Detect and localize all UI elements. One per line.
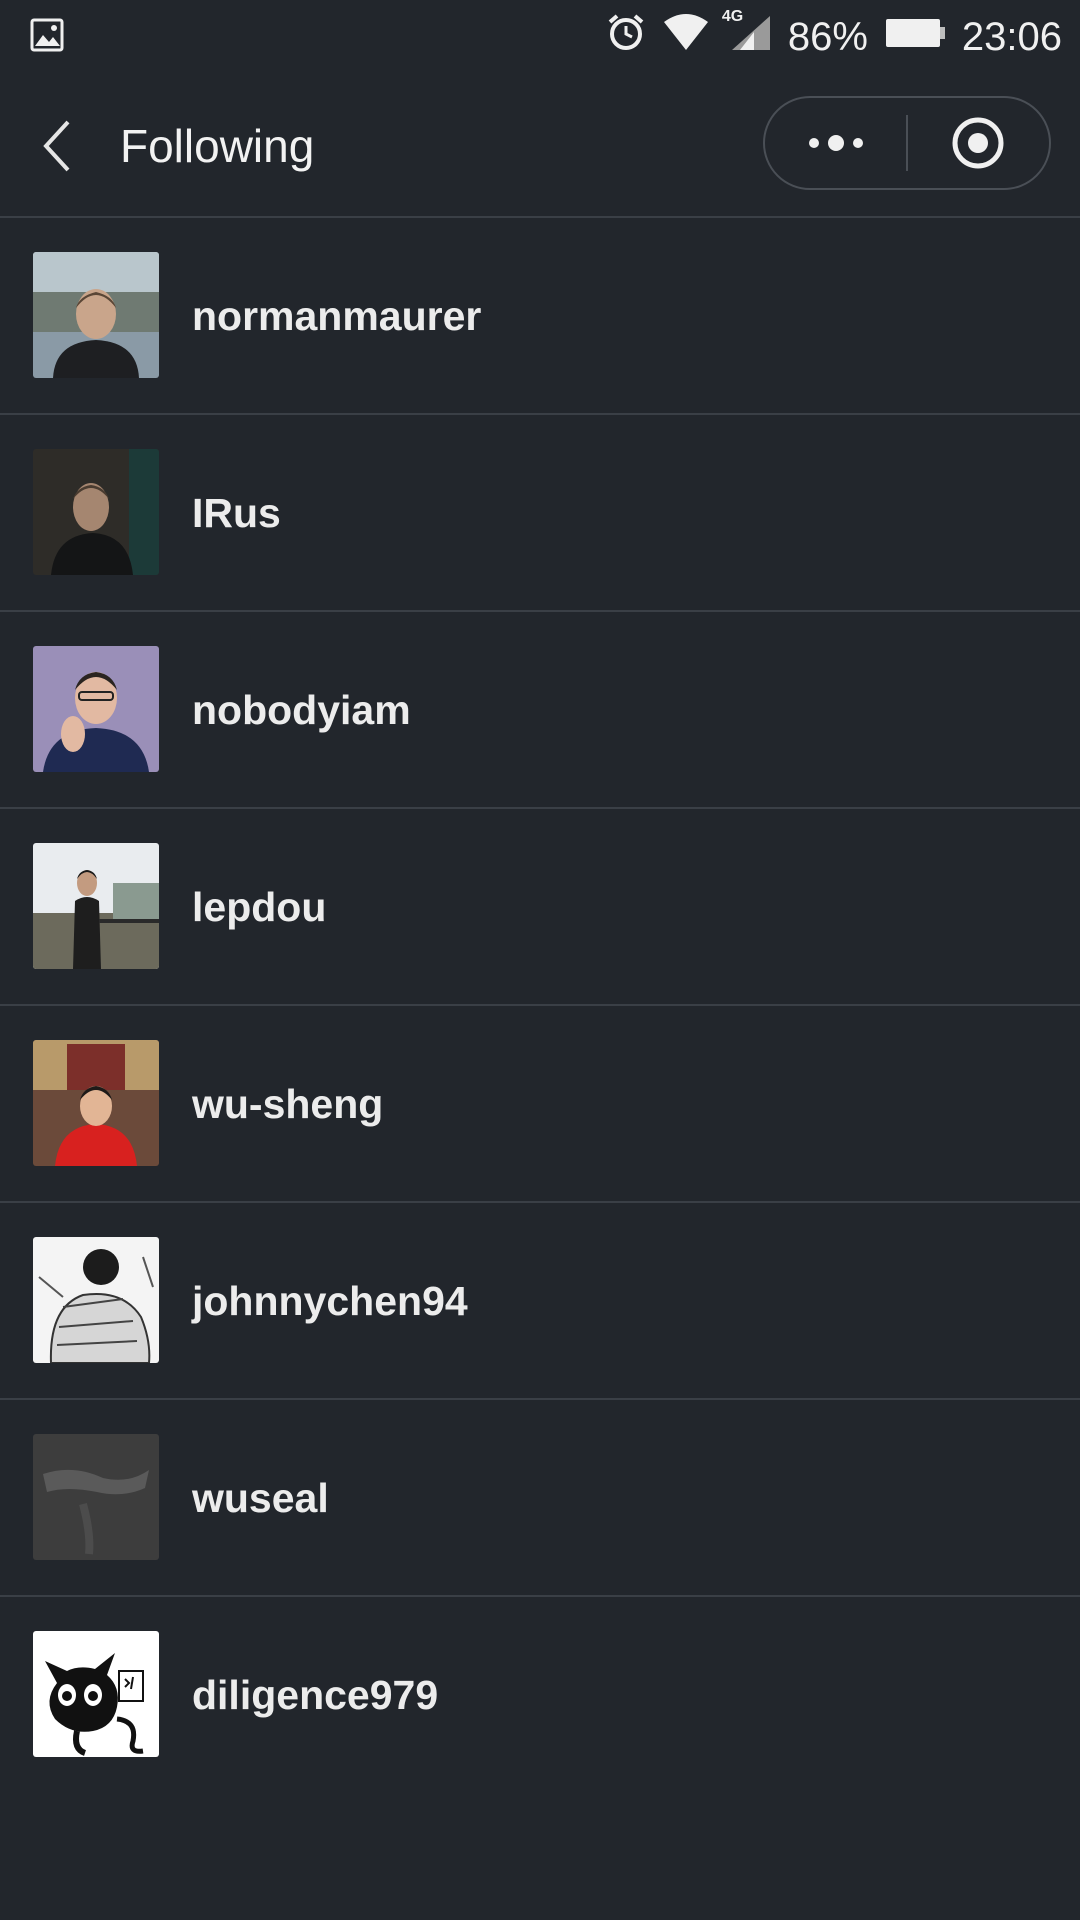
list-item[interactable]: IRus: [0, 415, 1080, 612]
alarm-icon: [606, 12, 646, 62]
list-item[interactable]: normanmaurer: [0, 218, 1080, 415]
close-button[interactable]: [908, 98, 1049, 188]
list-item[interactable]: wu-sheng: [0, 1006, 1080, 1203]
target-circle-icon: [952, 117, 1004, 169]
list-item[interactable]: lepdou: [0, 809, 1080, 1006]
miniprogram-capsule: [763, 96, 1051, 190]
list-item[interactable]: johnnychen94: [0, 1203, 1080, 1400]
wifi-icon: [662, 12, 710, 62]
list-item[interactable]: nobodyiam: [0, 612, 1080, 809]
avatar: [33, 1434, 159, 1560]
avatar: [33, 449, 159, 575]
avatar: [33, 1237, 159, 1363]
username: wuseal: [192, 1475, 329, 1521]
status-bar: 4G 86% 23:06: [0, 0, 1080, 74]
username: nobodyiam: [192, 687, 411, 733]
more-dots-icon: [808, 135, 863, 151]
more-button[interactable]: [765, 98, 906, 188]
username: wu-sheng: [192, 1081, 384, 1127]
avatar: [33, 843, 159, 969]
list-item[interactable]: diligence979: [0, 1597, 1080, 1792]
username: lepdou: [192, 884, 327, 930]
avatar: [33, 252, 159, 378]
username: IRus: [192, 490, 281, 536]
avatar: [33, 1040, 159, 1166]
signal-icon: 4G: [722, 8, 772, 62]
username: normanmaurer: [192, 293, 482, 339]
battery-icon: [884, 15, 946, 60]
nav-bar: Following: [0, 74, 1080, 218]
back-button[interactable]: [36, 116, 80, 176]
battery-percent: 86%: [787, 14, 868, 59]
network-type: 4G: [721, 8, 744, 25]
page-title: Following: [120, 120, 315, 172]
avatar: [33, 1631, 159, 1757]
username: diligence979: [192, 1672, 439, 1718]
image-icon: [30, 18, 64, 52]
chevron-left-icon: [43, 120, 70, 172]
clock: 23:06: [961, 14, 1062, 59]
list-item[interactable]: wuseal: [0, 1400, 1080, 1597]
username: johnnychen94: [192, 1278, 468, 1324]
following-list: normanmaurer IRus nobodyiam lepdou wu-sh…: [0, 218, 1080, 1792]
avatar: [33, 646, 159, 772]
